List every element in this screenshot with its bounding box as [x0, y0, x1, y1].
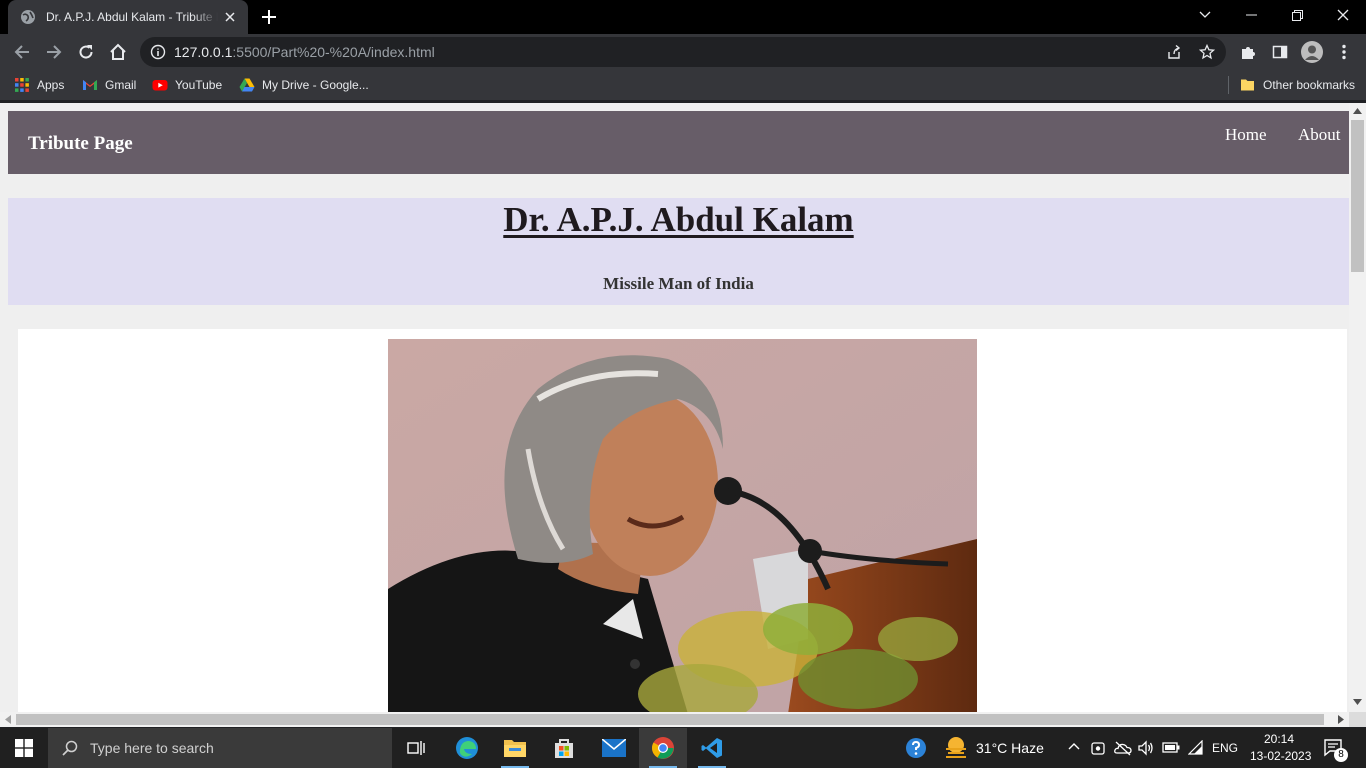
bookmark-star-icon[interactable] — [1199, 44, 1215, 60]
google-drive-icon — [239, 78, 255, 92]
bookmark-label: YouTube — [175, 78, 223, 92]
wifi-icon[interactable] — [1188, 740, 1204, 756]
site-navbar: Tribute Page Home About — [8, 111, 1349, 174]
bookmark-label: Gmail — [105, 78, 137, 92]
task-view-icon[interactable] — [392, 728, 440, 768]
microsoft-store-icon[interactable] — [540, 728, 588, 768]
windows-taskbar: Type here to search 31°C Haze ENG 20:14 … — [0, 728, 1366, 768]
profile-avatar[interactable] — [1298, 38, 1326, 66]
share-icon[interactable] — [1166, 44, 1182, 60]
page-viewport: Tribute Page Home About Dr. A.P.J. Abdul… — [0, 103, 1349, 712]
horizontal-scroll-thumb[interactable] — [16, 714, 1324, 725]
bookmarks-divider — [1228, 76, 1229, 94]
home-icon[interactable] — [104, 38, 132, 66]
kalam-portrait-image — [388, 339, 977, 712]
browser-titlebar: Dr. A.P.J. Abdul Kalam - Tribute Page — [0, 0, 1366, 34]
scroll-right-icon[interactable] — [1338, 715, 1344, 724]
gmail-icon — [83, 80, 97, 90]
clock-time[interactable]: 20:14 — [1264, 732, 1294, 746]
search-icon — [62, 740, 78, 756]
forward-icon[interactable] — [40, 38, 68, 66]
bookmark-youtube[interactable]: YouTube — [152, 76, 222, 94]
chrome-icon[interactable] — [639, 728, 687, 768]
bookmark-gmail[interactable]: Gmail — [82, 76, 136, 94]
vscode-icon[interactable] — [688, 728, 736, 768]
bookmark-label: My Drive - Google... — [262, 78, 369, 92]
close-tab-icon[interactable] — [222, 9, 238, 25]
tray-overflow-icon[interactable] — [1068, 742, 1080, 750]
horizontal-scrollbar[interactable] — [0, 712, 1349, 727]
url-path: :5500/Part%20-%20A/index.html — [232, 44, 435, 60]
apps-grid-icon — [15, 78, 29, 92]
nav-link-home[interactable]: Home — [1225, 125, 1267, 145]
side-panel-icon[interactable] — [1266, 38, 1294, 66]
bookmarks-bar: Apps Gmail YouTube My Drive - Google... — [0, 70, 1366, 100]
tab-title: Dr. A.P.J. Abdul Kalam - Tribute Page — [46, 10, 218, 24]
taskbar-search[interactable]: Type here to search — [48, 728, 392, 768]
weather-text[interactable]: 31°C Haze — [976, 740, 1044, 756]
url-host: 127.0.0.1 — [174, 44, 233, 60]
address-bar[interactable]: 127.0.0.1:5500/Part%20-%20A/index.html — [140, 37, 1226, 67]
browser-toolbar: 127.0.0.1:5500/Part%20-%20A/index.html — [0, 34, 1366, 70]
menu-icon[interactable] — [1330, 38, 1358, 66]
search-placeholder: Type here to search — [90, 740, 214, 756]
browser-tab[interactable]: Dr. A.P.J. Abdul Kalam - Tribute Page — [8, 0, 248, 34]
scroll-up-icon[interactable] — [1353, 108, 1362, 114]
bookmark-my-drive[interactable]: My Drive - Google... — [239, 76, 369, 94]
screen: Dr. A.P.J. Abdul Kalam - Tribute Page — [0, 0, 1366, 768]
bookmark-label: Apps — [37, 78, 65, 92]
other-bookmarks-label: Other bookmarks — [1263, 78, 1356, 92]
globe-icon — [21, 10, 35, 24]
title-header: Dr. A.P.J. Abdul Kalam Missile Man of In… — [8, 198, 1349, 305]
close-window-icon[interactable] — [1320, 0, 1366, 30]
youtube-icon — [152, 80, 168, 91]
weather-haze-icon[interactable] — [943, 736, 969, 760]
page-title: Dr. A.P.J. Abdul Kalam — [503, 200, 854, 239]
scroll-down-icon[interactable] — [1353, 699, 1362, 705]
url-text[interactable]: 127.0.0.1:5500/Part%20-%20A/index.html — [174, 44, 435, 60]
scroll-left-icon[interactable] — [5, 715, 11, 724]
other-bookmarks[interactable]: Other bookmarks — [1240, 76, 1355, 94]
folder-icon — [1241, 79, 1254, 91]
help-icon[interactable] — [892, 728, 940, 768]
scrollbar-corner — [1349, 712, 1366, 727]
edge-icon[interactable] — [443, 728, 491, 768]
notification-badge: 8 — [1334, 748, 1348, 762]
site-info-icon[interactable] — [150, 44, 166, 60]
clock-date[interactable]: 13-02-2023 — [1250, 749, 1311, 763]
vertical-scrollbar[interactable] — [1349, 103, 1366, 712]
vertical-scroll-thumb[interactable] — [1351, 120, 1364, 272]
language-indicator[interactable]: ENG — [1212, 741, 1238, 755]
back-icon[interactable] — [8, 38, 36, 66]
start-button[interactable] — [0, 728, 48, 768]
restore-icon[interactable] — [1274, 0, 1320, 30]
new-tab-icon[interactable] — [259, 7, 279, 27]
image-container — [18, 329, 1347, 712]
meet-now-icon[interactable] — [1091, 740, 1105, 756]
volume-icon[interactable] — [1138, 740, 1154, 756]
battery-icon[interactable] — [1162, 741, 1180, 755]
mail-icon[interactable] — [590, 728, 638, 768]
file-explorer-icon[interactable] — [491, 728, 539, 768]
windows-logo-icon — [15, 739, 33, 757]
reload-icon[interactable] — [72, 38, 100, 66]
site-brand[interactable]: Tribute Page — [28, 133, 133, 155]
bookmark-apps[interactable]: Apps — [14, 76, 64, 94]
minimize-icon[interactable] — [1228, 0, 1274, 30]
page-subtitle: Missile Man of India — [603, 274, 754, 293]
onedrive-icon[interactable] — [1114, 740, 1132, 756]
nav-link-about[interactable]: About — [1298, 125, 1341, 145]
tab-search-icon[interactable] — [1182, 0, 1228, 30]
extensions-icon[interactable] — [1234, 38, 1262, 66]
